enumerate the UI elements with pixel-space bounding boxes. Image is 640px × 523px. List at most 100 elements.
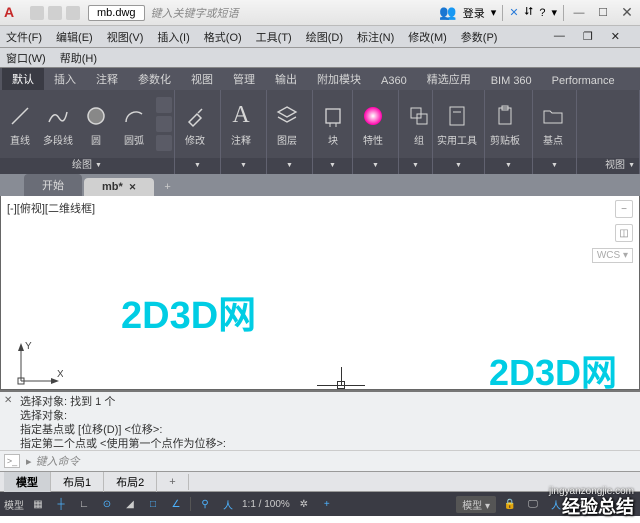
nav-minus-icon[interactable]: −	[615, 200, 633, 218]
dropdown-icon[interactable]: ▾	[491, 6, 497, 19]
annotate-button[interactable]: A注释	[225, 102, 257, 147]
sb-anno-icon[interactable]: 人	[219, 495, 237, 513]
ribbon-tab-manage[interactable]: 管理	[223, 68, 265, 90]
ribbon-tab-performance[interactable]: Performance	[542, 72, 625, 90]
folder-icon	[539, 102, 567, 130]
group-button[interactable]: 组	[403, 102, 435, 147]
ribbon-tab-addins[interactable]: 附加模块	[307, 68, 371, 90]
dropdown-icon[interactable]: ▾	[551, 6, 557, 19]
sb-model-combo[interactable]: 模型 ▾	[456, 496, 496, 513]
ribbon-tab-parametric[interactable]: 参数化	[128, 68, 181, 90]
ribbon-tab-annotate[interactable]: 注释	[86, 68, 128, 90]
ribbon-tab-featured[interactable]: 精选应用	[417, 68, 481, 90]
ribbon-tab-output[interactable]: 输出	[265, 68, 307, 90]
mdi-minimize-button[interactable]: —	[554, 30, 565, 43]
sb-model-button[interactable]: 模型	[4, 495, 24, 513]
command-input[interactable]: >_ ▸ 键入命令	[0, 450, 640, 472]
sb-iso-icon[interactable]: ◢	[121, 495, 139, 513]
doc-tab-current[interactable]: mb*✕	[84, 178, 154, 196]
qat-button[interactable]	[30, 6, 44, 20]
block-icon	[319, 102, 347, 130]
line-button[interactable]: 直线	[4, 102, 36, 147]
doc-tab-start[interactable]: 开始	[24, 174, 82, 196]
modify-button[interactable]: 修改	[179, 102, 211, 147]
menu-format[interactable]: 格式(O)	[204, 29, 242, 45]
menu-edit[interactable]: 编辑(E)	[56, 29, 93, 45]
menu-view[interactable]: 视图(V)	[107, 29, 144, 45]
properties-button[interactable]: 特性	[357, 102, 389, 147]
mdi-restore-button[interactable]: ❐	[583, 30, 593, 43]
menu-tools[interactable]: 工具(T)	[256, 29, 292, 45]
layout-tab-model[interactable]: 模型	[4, 472, 51, 492]
sb-osnap-icon[interactable]: □	[144, 495, 162, 513]
menu-help[interactable]: 帮助(H)	[60, 50, 97, 66]
sb-ortho-icon[interactable]: ∟	[75, 495, 93, 513]
maximize-button[interactable]: ☐	[594, 5, 612, 21]
status-bar: 模型 ▦ ┼ ∟ ⊙ ◢ □ ∠ ⚲ 人 1:1 / 100% ✲ + 模型 ▾…	[0, 492, 640, 516]
layer-button[interactable]: 图层	[271, 102, 303, 147]
command-history: ✕ 选择对象: 找到 1 个 选择对象: 指定基点或 [位移(D)] <位移>:…	[0, 390, 640, 450]
wcs-label[interactable]: WCS ▾	[592, 248, 633, 263]
sb-gear-icon[interactable]: ✲	[295, 495, 313, 513]
menu-dimension[interactable]: 标注(N)	[357, 29, 394, 45]
ribbon-panel-group: 组 ▼	[399, 90, 433, 174]
viewcube-icon[interactable]: ◫	[615, 224, 633, 242]
command-placeholder: 键入命令	[36, 453, 80, 469]
svg-text:Y: Y	[25, 341, 32, 352]
menu-file[interactable]: 文件(F)	[6, 29, 42, 45]
menu-parametric[interactable]: 参数(P)	[461, 29, 498, 45]
drawing-area[interactable]: [-][俯视][二维线框] − ◫ WCS ▾ 2D3D网 2D3D网 Y X	[0, 196, 640, 390]
mdi-close-button[interactable]: ✕	[611, 30, 620, 43]
ribbon-tab-view[interactable]: 视图	[181, 68, 223, 90]
search-placeholder[interactable]: 键入关键字或短语	[151, 5, 239, 21]
cmd-line: 选择对象:	[20, 409, 634, 423]
menu-draw[interactable]: 绘图(D)	[306, 29, 343, 45]
doc-tab-add[interactable]: +	[156, 178, 178, 196]
login-button[interactable]: 登录	[463, 5, 485, 21]
block-button[interactable]: 块	[317, 102, 349, 147]
sb-otrack-icon[interactable]: ∠	[167, 495, 185, 513]
minimize-button[interactable]: —	[570, 5, 588, 21]
sb-lock-icon[interactable]: 🔒	[501, 495, 519, 513]
exchange-icon[interactable]: ✕	[509, 6, 518, 19]
sb-scale-label[interactable]: 1:1 / 100%	[242, 499, 290, 510]
close-button[interactable]: ✕	[618, 5, 636, 21]
menu-modify[interactable]: 修改(M)	[408, 29, 447, 45]
divider	[563, 5, 564, 21]
layout-tab-2[interactable]: 布局2	[104, 472, 157, 492]
ribbon-tab-a360[interactable]: A360	[371, 72, 417, 90]
sb-snap-icon[interactable]: ┼	[52, 495, 70, 513]
menu-window[interactable]: 窗口(W)	[6, 50, 46, 66]
chevron-down-icon[interactable]: ▼	[95, 158, 102, 174]
group-icon	[405, 102, 433, 130]
sb-grid-icon[interactable]: ▦	[29, 495, 47, 513]
sb-dyn-icon[interactable]: +	[318, 495, 336, 513]
circle-button[interactable]: 圆	[80, 102, 112, 147]
qat-button[interactable]	[66, 6, 80, 20]
ribbon-tab-bim360[interactable]: BIM 360	[481, 72, 542, 90]
layout-tab-add[interactable]: +	[157, 474, 188, 490]
ribbon-tab-default[interactable]: 默认	[2, 68, 44, 90]
layout-tab-1[interactable]: 布局1	[51, 472, 104, 492]
draw-more[interactable]	[156, 97, 172, 151]
text-icon: A	[227, 102, 255, 130]
infocenter-icon[interactable]: ⮃	[525, 6, 534, 19]
sb-polar-icon[interactable]: ⊙	[98, 495, 116, 513]
circle-icon	[82, 102, 110, 130]
base-button[interactable]: 基点	[537, 102, 569, 147]
arc-button[interactable]: 圆弧	[118, 102, 150, 147]
menu-insert[interactable]: 插入(I)	[157, 29, 189, 45]
sb-lwt-icon[interactable]: ⚲	[196, 495, 214, 513]
sb-monitor-icon[interactable]: 🖵	[524, 495, 542, 513]
close-icon[interactable]: ✕	[4, 394, 12, 408]
utilities-button[interactable]: 实用工具	[437, 102, 477, 147]
watermark: 2D3D网	[489, 344, 617, 396]
polyline-button[interactable]: 多段线	[42, 102, 74, 147]
clipboard-button[interactable]: 剪贴板	[489, 102, 521, 147]
viewport-label[interactable]: [-][俯视][二维线框]	[7, 200, 95, 216]
qat-button[interactable]	[48, 6, 62, 20]
ribbon-tab-insert[interactable]: 插入	[44, 68, 86, 90]
title-bar: A mb.dwg 键入关键字或短语 👥 登录 ▾ ✕ ⮃ ? ▾ — ☐ ✕	[0, 0, 640, 26]
close-tab-icon[interactable]: ✕	[129, 182, 137, 193]
help-icon[interactable]: ?	[539, 7, 545, 19]
